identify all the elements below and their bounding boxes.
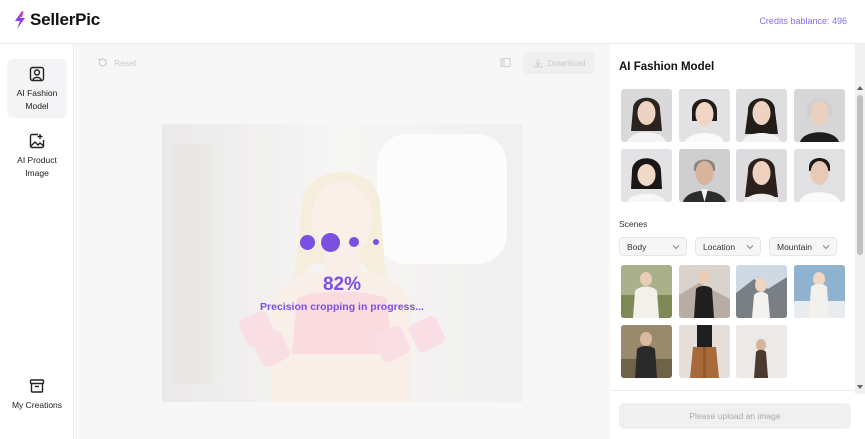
- compare-view-icon[interactable]: [500, 57, 511, 68]
- logo-text: SellerPic: [30, 10, 101, 29]
- download-button[interactable]: Download: [523, 52, 595, 74]
- model-thumbnail[interactable]: [736, 89, 787, 142]
- portrait-icon: [29, 66, 45, 82]
- scene-thumbnail[interactable]: [678, 324, 730, 378]
- filter-body-dropdown[interactable]: Body: [619, 237, 687, 256]
- model-thumbnail[interactable]: [678, 89, 730, 142]
- reset-icon: [98, 58, 107, 67]
- app-root: SellerPic Credits bablance: 496 AI Fashi…: [0, 0, 865, 439]
- panel-title: AI Fashion Model: [619, 61, 715, 73]
- filter-label: Mountain: [777, 241, 812, 252]
- panel-footer: Please upload an image: [610, 390, 855, 439]
- left-sidebar: AI Fashion Model AI Product Image My Cre…: [0, 44, 74, 439]
- filter-label: Location: [703, 241, 736, 252]
- image-edit-icon: [29, 133, 45, 149]
- scene-thumbnail[interactable]: [678, 265, 730, 318]
- model-thumbnail[interactable]: [621, 148, 672, 202]
- filter-location-dropdown[interactable]: Location: [695, 237, 761, 256]
- nav-item-label: AI Fashion Model: [16, 88, 58, 111]
- loading-indicator: 82% Precision cropping in progress...: [162, 124, 522, 402]
- reset-label: Reset: [114, 57, 137, 68]
- workspace-toolbar: Reset Download: [75, 44, 610, 84]
- loading-dot: [300, 235, 315, 250]
- scene-thumbnail[interactable]: [621, 265, 672, 318]
- credits-balance: Credits bablance: 496: [759, 16, 847, 26]
- progress-status-text: Precision cropping in progress...: [260, 301, 424, 313]
- logo[interactable]: SellerPic: [13, 10, 100, 30]
- model-thumbnail[interactable]: [793, 89, 845, 142]
- lightning-logo-icon: [15, 11, 25, 29]
- scenes-label: Scenes: [619, 219, 648, 229]
- model-thumbnail[interactable]: [678, 148, 730, 202]
- chevron-down-icon: [822, 244, 830, 249]
- model-thumbnail[interactable]: [736, 148, 787, 202]
- nav-item-label: My Creations: [11, 400, 63, 410]
- loading-dot: [373, 239, 379, 245]
- scene-filters: Body Location Mountain: [619, 237, 845, 256]
- model-thumbnail[interactable]: [621, 89, 672, 142]
- workspace: Reset Download 82% Precision cropping in…: [75, 44, 610, 439]
- scroll-up-arrow-icon[interactable]: [857, 86, 863, 90]
- filter-label: Body: [627, 241, 647, 252]
- download-label: Download: [547, 58, 586, 68]
- loading-dot: [349, 237, 359, 247]
- chevron-down-icon: [746, 244, 754, 249]
- scene-thumbnail[interactable]: [793, 265, 845, 318]
- image-canvas: 82% Precision cropping in progress...: [162, 124, 522, 402]
- loading-dot: [321, 233, 340, 252]
- download-icon: [533, 58, 542, 68]
- scene-thumbnail[interactable]: [736, 265, 787, 318]
- panel-scrollbar-thumb[interactable]: [857, 95, 863, 255]
- chevron-down-icon: [672, 244, 680, 249]
- reset-button[interactable]: Reset: [97, 57, 136, 68]
- scroll-down-arrow-icon[interactable]: [857, 385, 863, 389]
- archive-box-icon: [29, 379, 45, 393]
- nav-item-my-creations[interactable]: My Creations: [7, 371, 67, 416]
- scene-thumbnail[interactable]: [621, 324, 672, 378]
- top-header: SellerPic Credits bablance: 496: [0, 0, 865, 44]
- settings-panel: AI Fashion Model Scenes Body Location Mo…: [610, 44, 865, 439]
- filter-mountain-dropdown[interactable]: Mountain: [769, 237, 837, 256]
- nav-item-ai-fashion-model[interactable]: AI Fashion Model: [7, 59, 67, 118]
- nav-item-label: AI Product Image: [17, 155, 57, 178]
- scene-gallery: [621, 265, 851, 378]
- nav-item-ai-product-image[interactable]: AI Product Image: [7, 126, 67, 185]
- progress-percentage: 82%: [322, 274, 362, 295]
- model-thumbnail[interactable]: [793, 148, 845, 202]
- model-gallery: [621, 89, 851, 202]
- generate-button-disabled[interactable]: Please upload an image: [619, 403, 851, 429]
- scene-thumbnail[interactable]: [736, 324, 787, 378]
